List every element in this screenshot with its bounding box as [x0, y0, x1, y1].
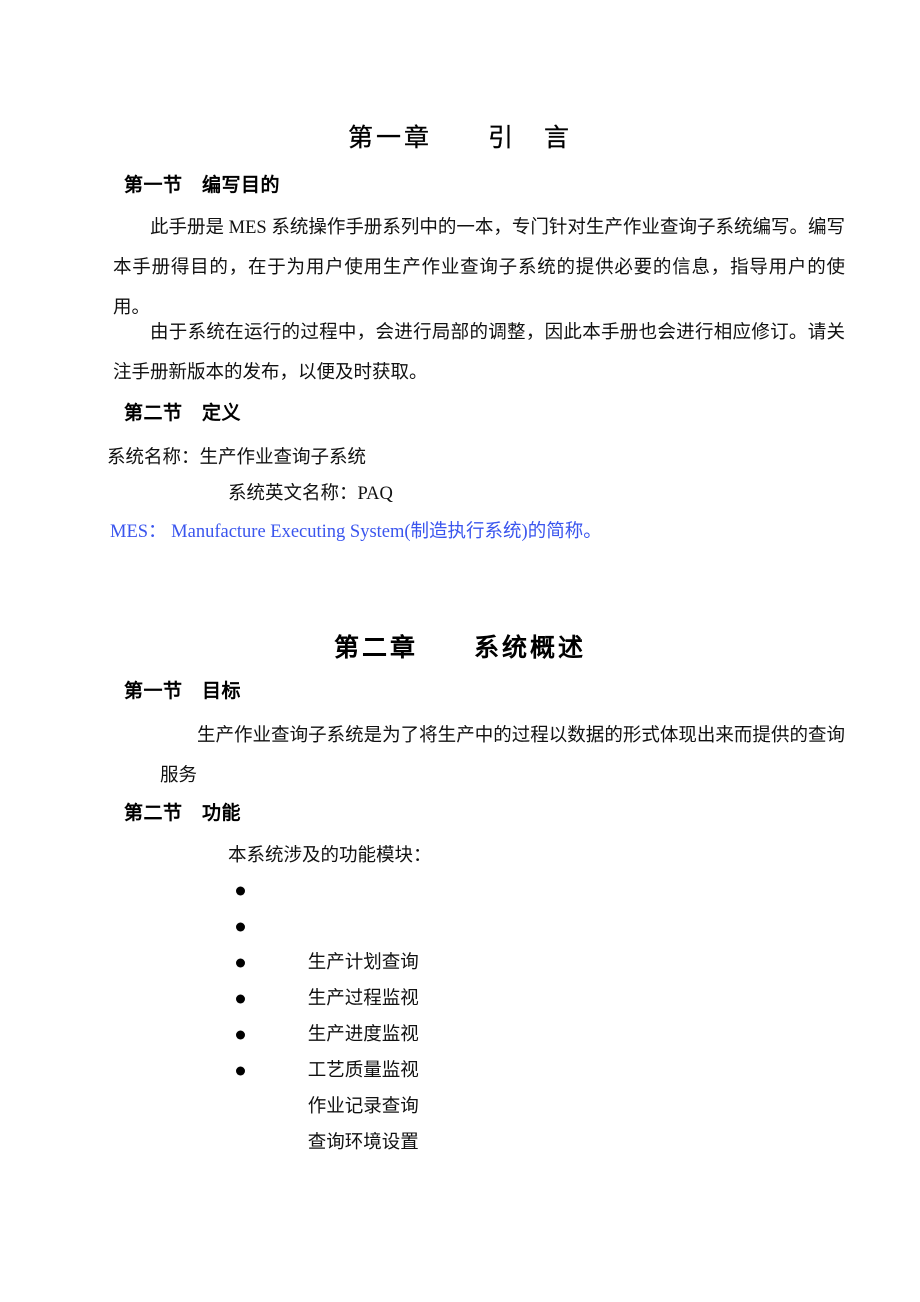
bullet-icon [236, 1030, 245, 1040]
chapter-1-title: 第一章 引 言 [347, 124, 572, 152]
list-item: 生产进度监视 [236, 945, 419, 1045]
bullet-icon [236, 994, 245, 1004]
bullet-icon [236, 886, 245, 896]
section-heading-1-2: 第二节 定义 [124, 403, 242, 424]
paragraph-purpose-2: 由于系统在运行的过程中，会进行局部的调整，因此本手册也会进行相应修订。请关注手册… [113, 323, 845, 383]
list-item: 生产过程监视 [236, 909, 419, 1009]
bullet-icon [236, 922, 245, 932]
section-heading-1-1: 第一节 编写目的 [124, 175, 281, 196]
function-module-list: 生产计划查询 生产过程监视 生产进度监视 工艺质量监视 作业记录查询 查询环境设… [236, 873, 419, 1153]
functions-intro-line: 本系统涉及的功能模块： [228, 846, 432, 866]
section-heading-2-2: 第二节 功能 [124, 803, 242, 824]
bullet-icon [236, 958, 245, 968]
list-item: 工艺质量监视 [236, 981, 419, 1081]
list-item: 生产计划查询 [236, 873, 419, 973]
bullet-icon [236, 1066, 245, 1076]
list-item-label: 作业记录查询 [307, 1097, 419, 1117]
list-item: 作业记录查询 [236, 1017, 419, 1117]
section-heading-2-1: 第一节 目标 [124, 681, 242, 702]
chapter-2-title: 第二章 系统概述 [333, 634, 586, 662]
definition-system-english-name: 系统英文名称：PAQ [228, 484, 393, 504]
document-page: 第一章 引 言 第一节 编写目的 此手册是 MES 系统操作手册系列中的一本，专… [0, 0, 920, 1302]
list-item-label: 查询环境设置 [307, 1133, 419, 1153]
paragraph-purpose-1: 此手册是 MES 系统操作手册系列中的一本，专门针对生产作业查询子系统编写。编写… [113, 218, 845, 318]
list-item: 查询环境设置 [236, 1053, 419, 1153]
paragraph-objective: 生产作业查询子系统是为了将生产中的过程以数据的形式体现出来而提供的查询服务 [160, 726, 845, 786]
definition-mes-abbreviation: MES： Manufacture Executing System(制造执行系统… [110, 522, 602, 542]
definition-system-name: 系统名称：生产作业查询子系统 [107, 448, 367, 468]
